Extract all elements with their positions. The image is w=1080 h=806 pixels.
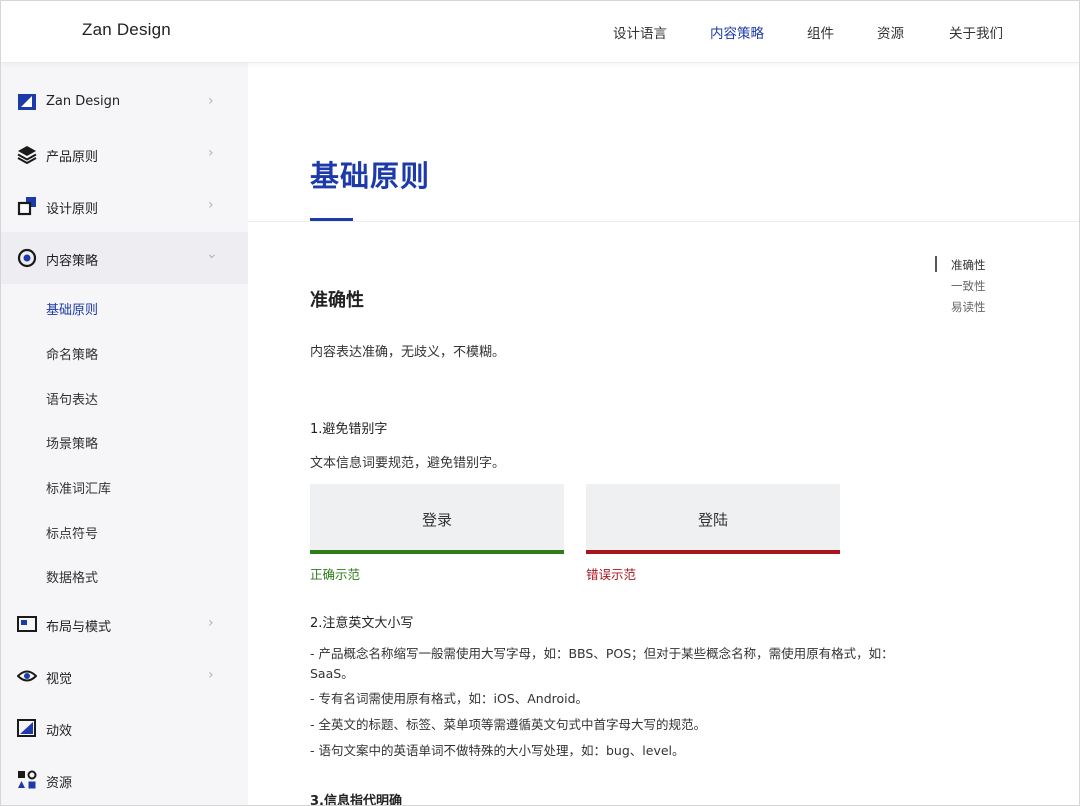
layers-icon bbox=[17, 146, 37, 164]
sidebar-item-label: 产品原则 bbox=[46, 150, 99, 165]
sidebar-item-zan-design[interactable]: Zan Design › bbox=[1, 76, 248, 128]
sidebar-item-visual[interactable]: 视觉 › bbox=[1, 650, 248, 702]
sidebar-item-label: 内容策略 bbox=[46, 254, 99, 269]
layout-icon bbox=[17, 616, 37, 632]
app-window: Zan Design 设计语言 内容策略 组件 资源 关于我们 Zan Desi… bbox=[0, 0, 1080, 806]
sidebar-item-label: 视觉 bbox=[46, 672, 73, 687]
divider bbox=[248, 221, 1079, 222]
correct-example-text: 登录 bbox=[421, 511, 452, 529]
sidebar-item-product-principles[interactable]: 产品原则 › bbox=[1, 128, 248, 180]
sidebar-subitem-basic-principles[interactable]: 基础原则 bbox=[46, 299, 98, 318]
sidebar-item-resources[interactable]: 资源 bbox=[1, 754, 248, 805]
sidebar-item-content-strategy[interactable]: 内容策略 ⌄ bbox=[1, 232, 248, 284]
brand-logo-text[interactable]: Zan Design bbox=[82, 20, 171, 40]
chevron-right-icon: › bbox=[208, 615, 214, 631]
sidebar-subitem-scenario-strategy[interactable]: 场景策略 bbox=[46, 433, 98, 452]
rule-bullet: - 专有名词需使用原有格式，如：iOS、Android。 bbox=[310, 691, 589, 706]
nav-resources[interactable]: 资源 bbox=[877, 22, 904, 42]
sidebar-subitem-standard-vocabulary[interactable]: 标准词汇库 bbox=[46, 478, 111, 497]
sidebar-subitem-sentence-expression[interactable]: 语句表达 bbox=[46, 389, 98, 408]
chevron-right-icon: › bbox=[208, 145, 214, 161]
wrong-indicator-line bbox=[586, 550, 840, 554]
correct-example-card: 登录 bbox=[310, 484, 564, 554]
sidebar-item-label: 布局与模式 bbox=[46, 620, 112, 635]
wrong-example-text: 登陆 bbox=[697, 511, 728, 529]
rule-bullet: - 全英文的标题、标签、菜单项等需遵循英文句式中首字母大写的规范。 bbox=[310, 717, 706, 732]
sidebar-item-motion[interactable]: 动效 bbox=[1, 702, 248, 754]
toc-item-consistency[interactable]: 一致性 bbox=[951, 278, 986, 294]
nav-about-us[interactable]: 关于我们 bbox=[949, 22, 1003, 42]
rule-title: 2.注意英文大小写 bbox=[310, 616, 414, 631]
chevron-right-icon: › bbox=[208, 197, 214, 213]
sidebar-subitem-data-format[interactable]: 数据格式 bbox=[46, 567, 98, 586]
nav-components[interactable]: 组件 bbox=[807, 22, 834, 42]
sidebar-item-label: 资源 bbox=[46, 776, 73, 791]
rule-title: 3.信息指代明确 bbox=[310, 794, 402, 806]
chevron-right-icon: › bbox=[208, 667, 214, 683]
section-title: 准确性 bbox=[310, 290, 364, 311]
zan-logo-icon bbox=[18, 94, 36, 110]
correct-indicator-line bbox=[310, 550, 564, 554]
resources-icon bbox=[18, 770, 37, 789]
nav-design-language[interactable]: 设计语言 bbox=[613, 22, 667, 42]
toc-item-accuracy[interactable]: 准确性 bbox=[951, 257, 986, 273]
target-icon bbox=[17, 248, 37, 268]
sidebar-item-label: 设计原则 bbox=[46, 202, 99, 217]
sidebar-subitem-naming-strategy[interactable]: 命名策略 bbox=[46, 344, 98, 363]
sidebar-item-label: 动效 bbox=[46, 724, 73, 739]
sidebar-item-label: Zan Design bbox=[46, 94, 121, 109]
rule-bullet: - 语句文案中的英语单词不做特殊的大小写处理，如：bug、level。 bbox=[310, 743, 685, 758]
rule-title: 1.避免错别字 bbox=[310, 422, 388, 437]
section-description: 内容表达准确，无歧义，不模糊。 bbox=[310, 345, 506, 360]
wrong-example-caption: 错误示范 bbox=[586, 567, 637, 582]
top-header: Zan Design 设计语言 内容策略 组件 资源 关于我们 bbox=[1, 1, 1079, 63]
sidebar-item-layout-patterns[interactable]: 布局与模式 › bbox=[1, 598, 248, 650]
sidebar: Zan Design › 产品原则 › 设计原则 › 内容策略 ⌄ 基础原则 命… bbox=[1, 63, 248, 805]
sidebar-subitem-punctuation[interactable]: 标点符号 bbox=[46, 523, 98, 542]
wrong-example-card: 登陆 bbox=[586, 484, 840, 554]
sidebar-item-design-principles[interactable]: 设计原则 › bbox=[1, 180, 248, 232]
rule-bullet: - 产品概念名称缩写一般需使用大写字母，如：BBS、POS；但对于某些概念名称，… bbox=[310, 646, 894, 681]
chevron-right-icon: › bbox=[208, 93, 214, 109]
toc-item-readability[interactable]: 易读性 bbox=[951, 299, 986, 315]
shapes-icon bbox=[17, 197, 36, 216]
main-content: 基础原则 准确性 一致性 易读性 准确性 内容表达准确，无歧义，不模糊。 1.避… bbox=[248, 63, 1079, 806]
chevron-down-icon: ⌄ bbox=[206, 246, 218, 262]
eye-icon bbox=[17, 670, 37, 682]
toc-active-indicator bbox=[935, 256, 937, 272]
rule-description: 文本信息词要规范，避免错别字。 bbox=[310, 456, 506, 471]
nav-content-strategy[interactable]: 内容策略 bbox=[710, 22, 764, 42]
motion-icon bbox=[17, 719, 36, 737]
correct-example-caption: 正确示范 bbox=[310, 567, 361, 582]
page-title: 基础原则 bbox=[310, 159, 431, 193]
